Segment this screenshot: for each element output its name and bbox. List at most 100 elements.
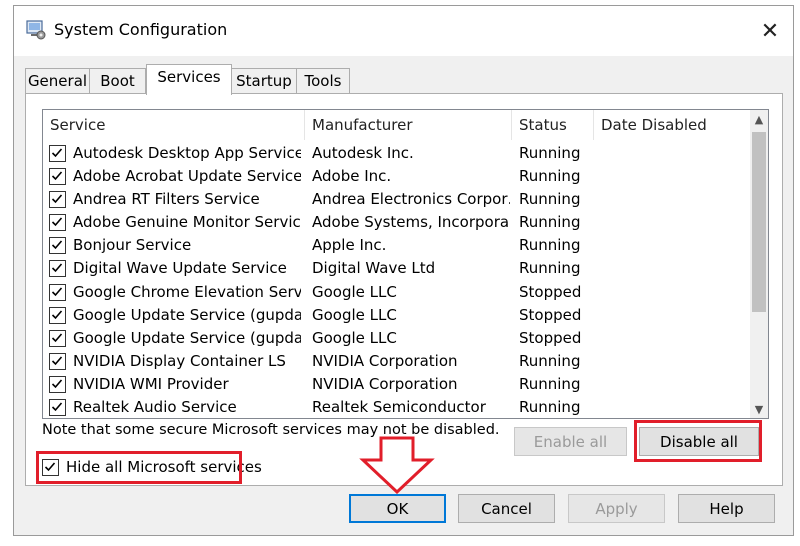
table-row[interactable]: Adobe Acrobat Update Service Adobe Inc. Ru… — [43, 165, 751, 188]
scroll-thumb[interactable] — [752, 132, 766, 312]
checkmark-icon — [51, 310, 63, 319]
services-panel: Service Manufacturer Status Date Disable… — [25, 93, 783, 486]
service-checkbox[interactable] — [49, 329, 66, 347]
checkmark-icon — [51, 240, 63, 250]
service-status: Running — [519, 259, 581, 278]
checkmark-icon — [51, 379, 63, 389]
system-configuration-icon — [26, 20, 46, 40]
service-manufacturer: Apple Inc. — [312, 236, 387, 255]
checkmark-icon — [51, 263, 63, 273]
service-name: Google Update Service (gupdate) — [73, 305, 301, 324]
services-list[interactable]: Service Manufacturer Status Date Disable… — [42, 109, 769, 419]
list-header: Service Manufacturer Status Date Disable… — [43, 110, 751, 140]
table-row[interactable]: Bonjour Service Apple Inc. Running — [43, 234, 751, 257]
tab-general-label: General — [27, 72, 88, 90]
service-name: Adobe Acrobat Update Service — [73, 167, 301, 186]
service-checkbox[interactable] — [49, 145, 66, 162]
service-manufacturer: Google LLC — [312, 305, 397, 324]
column-status[interactable]: Status — [512, 110, 594, 140]
service-status: Running — [519, 374, 581, 393]
service-status: Stopped — [519, 282, 582, 301]
table-row[interactable]: Digital Wave Update Service Digital Wave … — [43, 257, 751, 280]
tab-services-label: Services — [157, 68, 221, 86]
close-icon: ✕ — [760, 18, 780, 44]
checkmark-icon — [51, 333, 63, 342]
service-name: NVIDIA Display Container LS — [73, 351, 286, 370]
service-status: Stopped — [519, 305, 582, 324]
tab-startup[interactable]: Startup — [231, 68, 297, 94]
service-manufacturer: Realtek Semiconductor — [312, 398, 486, 417]
enable-all-button[interactable]: Enable all — [514, 427, 627, 456]
table-row[interactable]: Autodesk Desktop App Service Autodesk Inc… — [43, 142, 751, 165]
help-button[interactable]: Help — [678, 494, 775, 523]
service-status: Running — [519, 236, 581, 255]
service-name: Google Chrome Elevation Service — [73, 282, 301, 301]
checkmark-icon — [51, 356, 63, 366]
table-row[interactable]: Google Chrome Elevation Service Google LL… — [43, 281, 751, 304]
service-name: Adobe Genuine Monitor Service — [73, 213, 301, 232]
service-checkbox[interactable] — [49, 399, 66, 417]
checkmark-icon — [51, 402, 63, 412]
service-manufacturer: Andrea Electronics Corpor… — [312, 190, 510, 209]
service-name: Bonjour Service — [73, 236, 192, 255]
vertical-scrollbar[interactable]: ▲ ▼ — [750, 110, 768, 418]
service-checkbox[interactable] — [49, 375, 66, 393]
service-status: Running — [519, 167, 581, 186]
table-row[interactable]: Adobe Genuine Monitor Service Adobe Syste… — [43, 211, 751, 234]
hide-microsoft-highlight — [36, 451, 242, 484]
service-manufacturer: Google LLC — [312, 282, 397, 301]
service-checkbox[interactable] — [49, 260, 66, 278]
column-date-disabled[interactable]: Date Disabled — [594, 110, 744, 140]
close-button[interactable]: ✕ — [747, 6, 793, 56]
service-manufacturer: Digital Wave Ltd — [312, 259, 436, 278]
service-checkbox[interactable] — [49, 306, 66, 324]
table-row[interactable]: NVIDIA WMI Provider NVIDIA Corporation Run… — [43, 373, 751, 396]
service-manufacturer: NVIDIA Corporation — [312, 351, 458, 370]
service-name: NVIDIA WMI Provider — [73, 374, 229, 393]
column-service[interactable]: Service — [43, 110, 305, 140]
checkmark-icon — [51, 194, 63, 204]
ok-button[interactable]: OK — [349, 494, 446, 523]
service-checkbox[interactable] — [49, 352, 66, 370]
service-manufacturer: Google LLC — [312, 328, 397, 347]
table-row[interactable]: Realtek Audio Service Realtek Semiconduct… — [43, 396, 751, 418]
table-row[interactable]: Google Update Service (gupdate) Google LL… — [43, 304, 751, 327]
service-status: Running — [519, 213, 581, 232]
service-manufacturer: Adobe Systems, Incorpora… — [312, 213, 510, 232]
table-row[interactable]: NVIDIA Display Container LS NVIDIA Corpor… — [43, 350, 751, 373]
scroll-down-icon[interactable]: ▼ — [750, 400, 768, 418]
scroll-up-icon[interactable]: ▲ — [750, 110, 768, 128]
tab-services[interactable]: Services — [146, 64, 232, 95]
service-checkbox[interactable] — [49, 191, 66, 209]
service-checkbox[interactable] — [49, 214, 66, 232]
service-status: Running — [519, 144, 581, 162]
column-manufacturer[interactable]: Manufacturer — [305, 110, 512, 140]
tab-tools[interactable]: Tools — [296, 68, 350, 94]
service-status: Running — [519, 398, 581, 417]
service-name: Realtek Audio Service — [73, 398, 237, 417]
tab-boot-label: Boot — [100, 72, 135, 90]
tab-general[interactable]: General — [25, 68, 90, 94]
checkmark-icon — [51, 148, 63, 158]
service-checkbox[interactable] — [49, 168, 66, 186]
tab-boot[interactable]: Boot — [89, 68, 146, 94]
service-manufacturer: Autodesk Inc. — [312, 144, 414, 162]
tab-tools-label: Tools — [304, 72, 342, 90]
disable-all-highlight — [634, 420, 762, 462]
service-checkbox[interactable] — [49, 283, 66, 301]
checkmark-icon — [51, 287, 63, 296]
apply-button[interactable]: Apply — [568, 494, 665, 523]
checkmark-icon — [51, 217, 63, 227]
cancel-button[interactable]: Cancel — [458, 494, 555, 523]
table-row[interactable]: Google Update Service (gupdatem) Google L… — [43, 327, 751, 350]
service-status: Running — [519, 190, 581, 209]
service-name: Andrea RT Filters Service — [73, 190, 260, 209]
service-name: Google Update Service (gupdatem) — [73, 328, 301, 347]
service-name: Autodesk Desktop App Service — [73, 144, 301, 162]
service-manufacturer: NVIDIA Corporation — [312, 374, 458, 393]
tab-startup-label: Startup — [236, 72, 292, 90]
service-manufacturer: Adobe Inc. — [312, 167, 392, 186]
service-status: Stopped — [519, 328, 582, 347]
table-row[interactable]: Andrea RT Filters Service Andrea Electron… — [43, 188, 751, 211]
service-checkbox[interactable] — [49, 237, 66, 255]
